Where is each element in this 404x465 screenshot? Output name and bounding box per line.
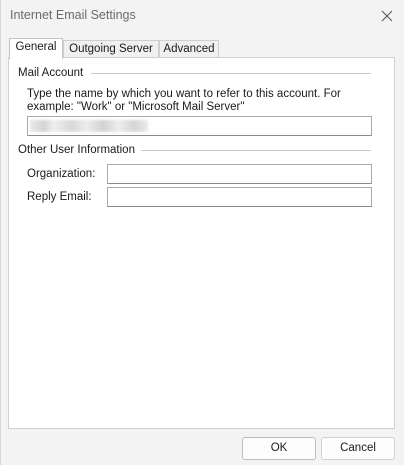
account-name-value-redacted — [30, 120, 148, 132]
organization-input[interactable] — [107, 164, 372, 184]
title-bar: Internet Email Settings — [1, 0, 404, 32]
tab-general[interactable]: General — [9, 38, 63, 59]
window-title: Internet Email Settings — [10, 8, 136, 22]
tab-advanced[interactable]: Advanced — [159, 40, 219, 58]
general-tab-panel: Mail Account Type the name by which you … — [8, 57, 395, 429]
internet-email-settings-dialog: Internet Email Settings General Outgoing… — [0, 0, 404, 465]
tab-outgoing-server[interactable]: Outgoing Server — [63, 40, 159, 58]
other-user-info-divider — [141, 150, 371, 151]
cancel-button[interactable]: Cancel — [321, 437, 395, 460]
close-icon — [381, 10, 393, 22]
mail-account-divider — [91, 73, 371, 74]
close-button[interactable] — [371, 2, 403, 30]
other-user-info-group-title: Other User Information — [18, 144, 135, 156]
tab-strip: General Outgoing Server Advanced — [9, 38, 399, 59]
organization-label: Organization: — [27, 168, 96, 180]
account-name-input[interactable] — [27, 116, 372, 136]
account-name-description: Type the name by which you want to refer… — [27, 88, 341, 113]
ok-button[interactable]: OK — [242, 437, 316, 460]
mail-account-group-title: Mail Account — [18, 67, 84, 79]
reply-email-label: Reply Email: — [27, 191, 92, 203]
reply-email-input[interactable] — [107, 187, 372, 207]
